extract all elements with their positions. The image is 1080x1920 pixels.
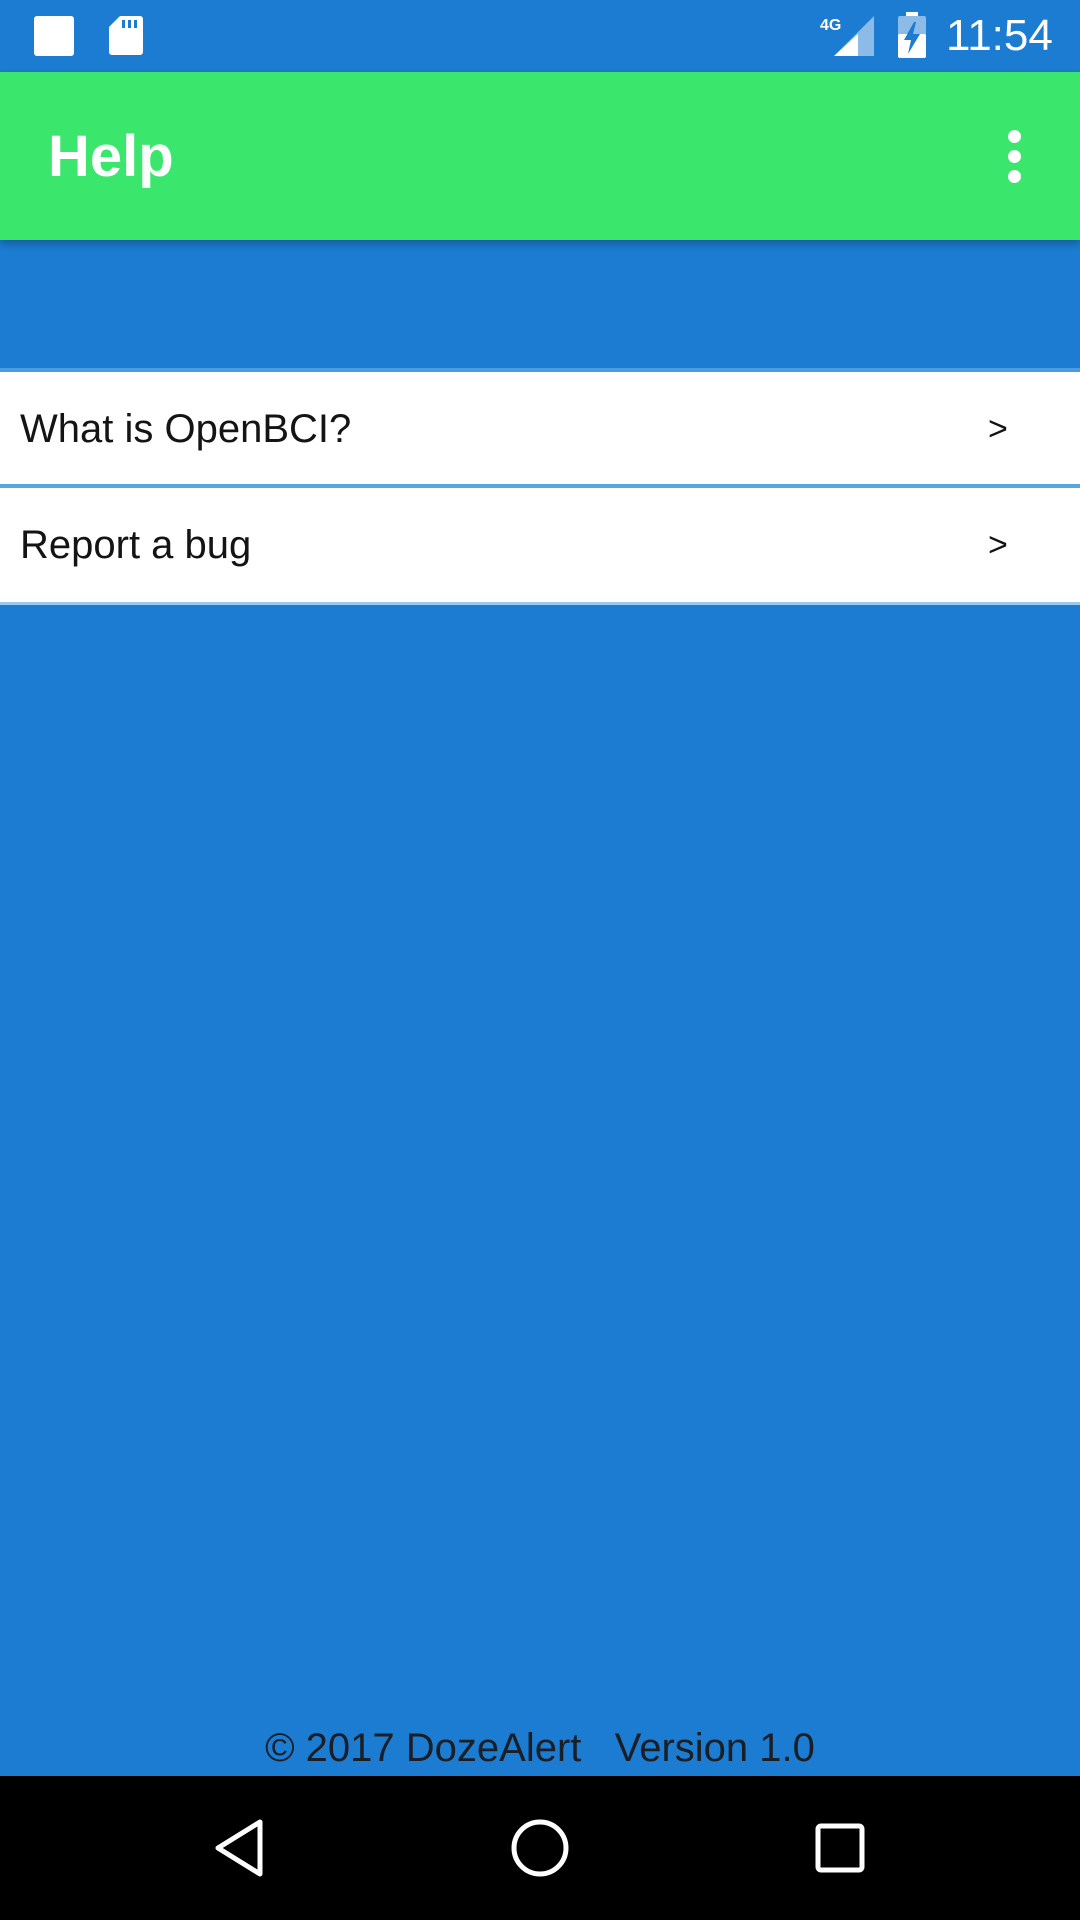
menu-dot (1008, 130, 1021, 143)
clock: 11:54 (946, 11, 1053, 60)
home-icon[interactable] (504, 1812, 576, 1884)
overflow-menu-icon[interactable] (980, 122, 1048, 190)
page-title: Help (48, 124, 174, 189)
signal-4g-icon: 4G (820, 16, 874, 56)
divider (0, 602, 1080, 605)
version-text: Version 1.0 (614, 1726, 815, 1770)
navigation-bar (0, 1776, 1080, 1920)
list-item-report-a-bug[interactable]: Report a bug > (0, 488, 1080, 602)
copyright-text: © 2017 DozeAlert (265, 1726, 582, 1770)
battery-charging-icon (898, 12, 926, 58)
chevron-right-icon: > (988, 410, 1008, 448)
back-icon[interactable] (204, 1812, 276, 1884)
sd-card-icon (109, 16, 143, 55)
list-item-what-is-openbci[interactable]: What is OpenBCI? > (0, 372, 1080, 486)
menu-dot (1008, 170, 1021, 183)
network-type-label: 4G (820, 17, 841, 34)
list-item-label: What is OpenBCI? (20, 407, 352, 451)
list-item-label: Report a bug (20, 523, 252, 567)
notification-square-icon (34, 16, 74, 56)
chevron-right-icon: > (988, 526, 1008, 564)
status-bar: 4G 11:54 (0, 0, 1080, 72)
footer: © 2017 DozeAlert Version 1.0 (0, 1722, 1080, 1774)
footer-spacer (581, 1726, 614, 1770)
app-bar: Help (0, 72, 1080, 240)
help-screen: 4G 11:54 Help What is OpenBCI? > Report … (0, 0, 1080, 1920)
menu-dot (1008, 150, 1021, 163)
recents-icon[interactable] (804, 1812, 876, 1884)
